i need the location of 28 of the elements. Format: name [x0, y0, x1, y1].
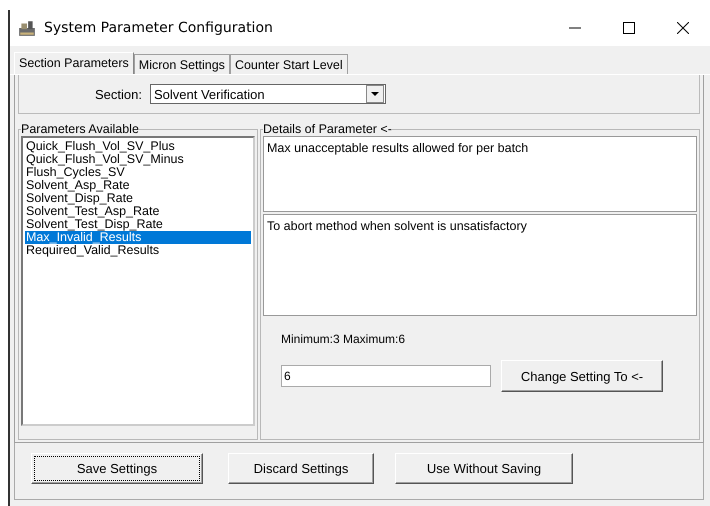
range-text: Minimum:3 Maximum:6 — [281, 332, 406, 346]
window-title: System Parameter Configuration — [44, 20, 274, 36]
list-item[interactable]: Quick_Flush_Vol_SV_Minus — [25, 153, 251, 166]
app-icon — [18, 19, 36, 37]
group-title: Details of Parameter <- — [263, 122, 392, 136]
list-item[interactable]: Flush_Cycles_SV — [25, 166, 251, 179]
action-button[interactable]: Discard Settings — [228, 452, 374, 484]
list-item[interactable]: Quick_Flush_Vol_SV_Plus — [25, 140, 251, 153]
list-item[interactable]: Required_Valid_Results — [25, 244, 251, 257]
purpose-box: To abort method when solvent is unsatisfactory — [263, 214, 697, 316]
list-item[interactable]: Solvent_Asp_Rate — [25, 179, 251, 192]
action-button[interactable]: Use Without Saving — [395, 452, 573, 484]
close-icon[interactable] — [677, 22, 689, 34]
tab[interactable]: Counter Start Level — [230, 54, 348, 74]
tab[interactable]: Micron Settings — [134, 54, 230, 74]
group-title: Parameters Available — [21, 122, 139, 136]
list-item[interactable]: Max_Invalid_Results — [25, 231, 251, 244]
maximize-icon[interactable] — [623, 22, 635, 34]
description-box: Max unacceptable results allowed for per batch — [263, 136, 697, 212]
action-button[interactable]: Save Settings — [31, 452, 203, 484]
list-item[interactable]: Solvent_Test_Disp_Rate — [25, 218, 251, 231]
value-field[interactable]: 6 — [281, 365, 491, 387]
list-item[interactable]: Solvent_Test_Asp_Rate — [25, 205, 251, 218]
change-setting-button[interactable]: Change Setting To <- — [501, 360, 663, 392]
section-label: Section: — [95, 86, 142, 102]
list-item[interactable]: Solvent_Disp_Rate — [25, 192, 251, 205]
tab[interactable]: Section Parameters — [14, 52, 134, 74]
section-dropdown[interactable]: Solvent Verification — [150, 84, 386, 104]
